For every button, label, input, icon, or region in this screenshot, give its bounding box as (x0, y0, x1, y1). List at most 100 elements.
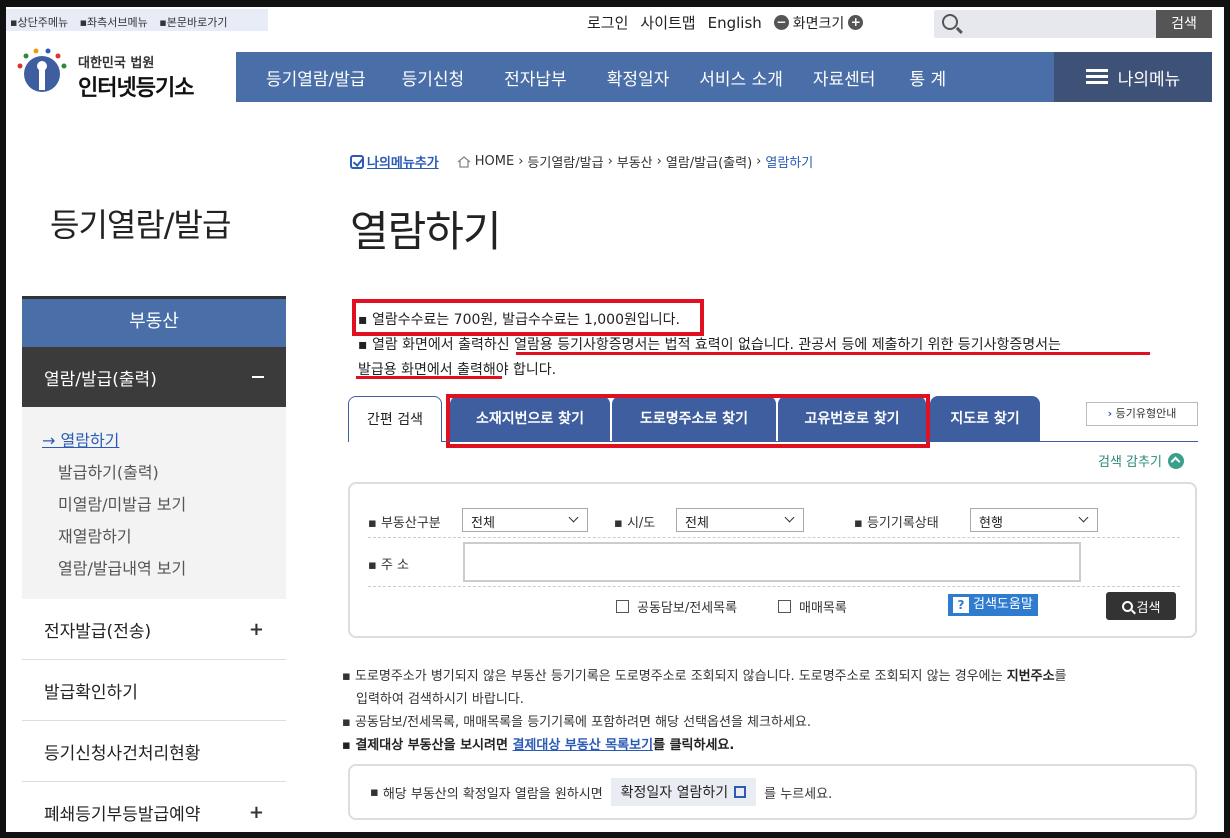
search-notes: ▪ 도로명주소가 병기되지 않은 부동산 등기기록은 도로명주소로 조회되지 않… (342, 665, 1202, 757)
court-emblem-icon (17, 48, 67, 92)
search-button[interactable]: 검색 (1106, 592, 1176, 620)
site-logo[interactable]: 대한민국 법원 인터넷등기소 (12, 44, 222, 104)
note-line: 입력하여 검색하시기 바랍니다. (356, 692, 524, 707)
joint-collateral-checkbox[interactable]: 공동담보/전세목록 (616, 597, 737, 616)
breadcrumb-current: 열람하기 (765, 156, 814, 171)
login-link[interactable]: 로그인 (587, 12, 628, 33)
highlight-underline (356, 376, 502, 379)
record-status-select[interactable]: 현행 (970, 508, 1098, 532)
highlight-box (446, 394, 930, 448)
hide-search-toggle[interactable]: 검색 감추기 (1098, 451, 1184, 470)
divider (368, 537, 1180, 538)
fixed-date-text: 해당 부동산의 확정일자 열람을 원하시면 (382, 786, 603, 802)
sidebar-submenu: → 열람하기 발급하기(출력) 미열람/미발급 보기 재열람하기 열람/발급내역… (22, 407, 286, 599)
search-form: ▪ 부동산구분 전체 ▪ 시/도 전체 ▪ 등기기록상태 현행 ▪ 주 소 공동… (348, 482, 1197, 638)
property-type-select[interactable]: 전체 (462, 508, 588, 532)
expand-icon: + (248, 801, 264, 823)
record-status-label: ▪ 등기기록상태 (854, 516, 939, 531)
sidebar-item-verify[interactable]: 발급확인하기 (22, 660, 286, 721)
english-link[interactable]: English (708, 14, 762, 32)
external-link-icon (734, 786, 747, 798)
skip-link-content[interactable]: ▪본문바로가기 (159, 16, 231, 29)
sidebar-category[interactable]: 부동산 (22, 299, 286, 347)
search-icon (1121, 600, 1133, 612)
sidebar-item-label: 등기신청사건처리현황 (44, 743, 201, 764)
main-nav: 등기열람/발급 등기신청 전자납부 확정일자 서비스 소개 자료센터 통 계 (236, 52, 1054, 102)
nav-item-registry-apply[interactable]: 등기신청 (402, 65, 465, 90)
zoom-in-icon[interactable]: + (848, 15, 864, 30)
note-line: 공동담보/전세목록, 매매목록을 등기기록에 포함하려면 해당 선택옵션을 체크… (354, 715, 811, 730)
fixed-date-view-button[interactable]: 확정일자 열람하기 (610, 778, 757, 806)
sidebar-item-view-issue[interactable]: 열람/발급(출력) (22, 347, 286, 407)
property-type-label: ▪ 부동산구분 (368, 516, 441, 531)
sale-list-checkbox[interactable]: 매매목록 (778, 597, 847, 616)
breadcrumb-sep: › (756, 154, 762, 169)
registry-type-guide-button[interactable]: › 등기유형안내 (1086, 402, 1198, 426)
sido-select[interactable]: 전체 (676, 508, 804, 532)
sidebar-subitem-unviewed[interactable]: 미열람/미발급 보기 (42, 489, 286, 521)
checkbox-icon (778, 600, 791, 613)
zoom-control: − 화면크기 + (773, 13, 864, 33)
nav-item-service-intro[interactable]: 서비스 소개 (699, 65, 783, 90)
zoom-out-icon[interactable]: − (773, 15, 789, 30)
sidebar-subitem-review[interactable]: 재열람하기 (42, 521, 286, 553)
hide-search-label: 검색 감추기 (1098, 455, 1162, 470)
sido-label: ▪ 시/도 (614, 516, 656, 531)
zoom-label: 화면크기 (792, 15, 845, 32)
fixed-date-text: 를 누르세요. (764, 786, 833, 802)
sidebar-item-label: 폐쇄등기부등발급예약 (44, 804, 201, 825)
sidebar-subitem-history[interactable]: 열람/발급내역 보기 (42, 553, 286, 585)
tab-underline (442, 441, 1198, 442)
sidebar-item-case-status[interactable]: 등기신청사건처리현황 (22, 721, 286, 782)
skip-link-left[interactable]: ▪좌측서브메뉴 (80, 16, 152, 29)
tab-simple-search[interactable]: 간편 검색 (348, 396, 442, 442)
skip-link-top[interactable]: ▪상단주메뉴 (10, 16, 72, 29)
sidebar-title: 등기열람/발급 (50, 206, 231, 244)
logo-title: 인터넷등기소 (78, 76, 194, 101)
search-help-button[interactable]: ? 검색도움말 (948, 594, 1038, 616)
nav-item-data-center[interactable]: 자료센터 (813, 65, 876, 90)
check-icon (350, 154, 364, 169)
breadcrumb: 나의메뉴추가 HOME › 등기열람/발급 › 부동산 › 열람/발급(출력) … (350, 152, 813, 171)
collapse-icon (252, 376, 264, 378)
site-search-input[interactable] (934, 10, 1156, 38)
highlight-box (352, 299, 704, 336)
sidebar-item-label: 열람/발급(출력) (44, 369, 157, 390)
page-title: 열람하기 (350, 207, 502, 256)
checkbox-icon (616, 600, 629, 613)
utility-nav: 로그인 사이트맵 English − 화면크기 + (587, 12, 864, 33)
question-icon: ? (953, 597, 969, 613)
sitemap-link[interactable]: 사이트맵 (640, 12, 695, 33)
nav-item-fixed-date[interactable]: 확정일자 (607, 65, 670, 90)
site-search-button[interactable]: 검색 (1156, 10, 1212, 38)
breadcrumb-sep: › (607, 154, 613, 169)
home-icon (457, 155, 471, 168)
breadcrumb-item[interactable]: 열람/발급(출력) (666, 152, 752, 171)
breadcrumb-item[interactable]: 부동산 (617, 152, 653, 171)
sidebar-item-closed-reservation[interactable]: 폐쇄등기부등발급예약 + (22, 782, 286, 838)
expand-icon: + (248, 618, 264, 640)
sidebar-item-label: 전자발급(전송) (44, 621, 152, 642)
my-menu-label: 나의메뉴 (1117, 69, 1181, 90)
skip-links: ▪상단주메뉴 ▪좌측서브메뉴 ▪본문바로가기 (6, 9, 268, 31)
breadcrumb-home[interactable]: HOME (475, 154, 514, 169)
highlight-underline (516, 352, 1150, 355)
address-label: ▪ 주 소 (368, 558, 410, 573)
logo-subtitle: 대한민국 법원 (78, 56, 155, 71)
paid-property-list-link[interactable]: 결제대상 부동산 목록보기 (512, 738, 653, 753)
chevron-up-icon (1167, 452, 1184, 469)
arrow-icon: › (1107, 407, 1113, 420)
breadcrumb-sep: › (518, 154, 524, 169)
my-menu-button[interactable]: 나의메뉴 (1054, 52, 1212, 102)
sidebar-subitem-issue[interactable]: 발급하기(출력) (42, 457, 286, 489)
breadcrumb-item[interactable]: 등기열람/발급 (527, 152, 603, 171)
add-my-menu-link[interactable]: 나의메뉴추가 (350, 152, 439, 171)
notice-line-2: 열람 화면에서 출력하신 열람용 등기사항증명서는 법적 효력이 없습니다. 관… (371, 337, 1061, 353)
sidebar-subitem-view[interactable]: → 열람하기 (42, 425, 286, 457)
nav-item-e-payment[interactable]: 전자납부 (504, 65, 567, 90)
nav-item-registry-view[interactable]: 등기열람/발급 (266, 65, 366, 90)
nav-item-statistics[interactable]: 통 계 (909, 65, 946, 90)
tab-map[interactable]: 지도로 찾기 (930, 396, 1040, 442)
address-input[interactable] (463, 542, 1081, 582)
sidebar-item-e-issue[interactable]: 전자발급(전송) + (22, 599, 286, 660)
